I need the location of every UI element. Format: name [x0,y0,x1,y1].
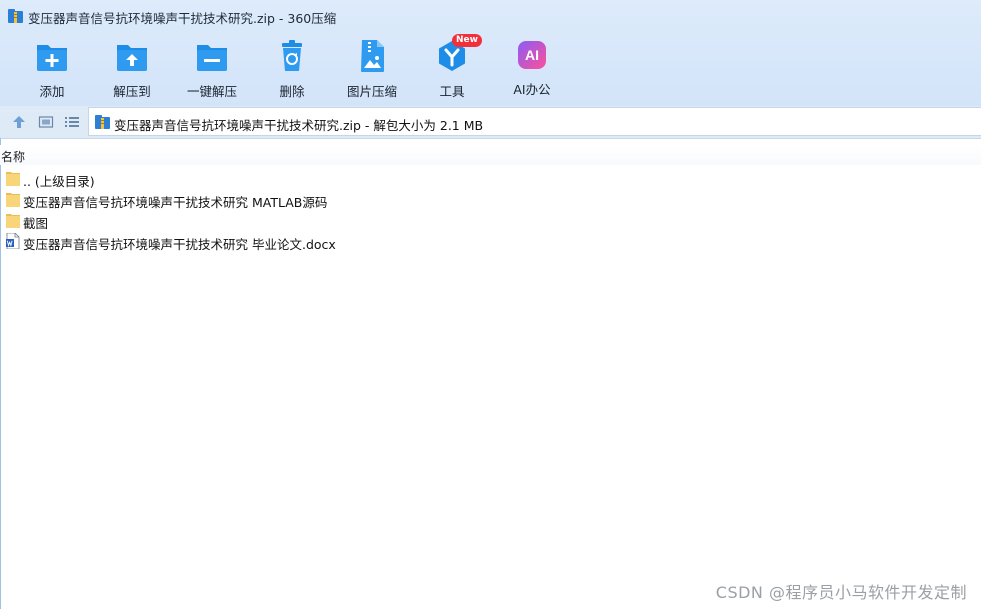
tools-button[interactable]: New 工具 [412,34,492,100]
address-bar[interactable]: 变压器声音信号抗环境噪声干扰技术研究.zip - 解包大小为 2.1 MB [88,107,981,136]
image-compress-label: 图片压缩 [346,84,397,99]
zip-file-icon [95,115,110,129]
list-item[interactable]: .. (上级目录) [0,167,600,189]
list-item[interactable]: 变压器声音信号抗环境噪声干扰技术研究 毕业论文.docx [0,230,600,252]
one-click-extract-icon [197,45,227,71]
item-name: 变压器声音信号抗环境噪声干扰技术研究 毕业论文.docx [23,237,336,252]
folder-icon [6,172,20,186]
top-ribbon: 变压器声音信号抗环境噪声干扰技术研究.zip - 360压缩 添加 解压到 一键… [0,0,981,106]
title-bar: 变压器声音信号抗环境噪声干扰技术研究.zip - 360压缩 [0,0,981,32]
extract-to-label: 解压到 [113,84,151,99]
extract-to-button[interactable]: 解压到 [92,36,172,100]
list-header: 名称 [0,145,981,165]
new-badge: New [452,34,482,47]
delete-label: 删除 [279,84,305,99]
up-arrow-icon[interactable] [11,114,27,130]
ai-office-label: AI办公 [513,82,551,97]
list-item[interactable]: 截图 [0,209,600,231]
one-click-extract-button[interactable]: 一键解压 [172,36,252,100]
add-icon [37,45,67,71]
add-label: 添加 [39,84,65,99]
word-document-icon [6,233,20,249]
thumbnail-view-icon[interactable] [38,114,54,130]
tools-label: 工具 [439,84,465,99]
ai-office-icon: AI [518,41,546,69]
list-item[interactable]: 变压器声音信号抗环境噪声干扰技术研究 MATLAB源码 [0,188,600,210]
image-compress-icon [361,40,384,72]
navigation-bar: 变压器声音信号抗环境噪声干扰技术研究.zip - 解包大小为 2.1 MB [0,106,981,139]
zip-app-icon [8,9,23,23]
folder-icon [6,214,20,228]
add-button[interactable]: 添加 [12,36,92,100]
address-path: 变压器声音信号抗环境噪声干扰技术研究.zip - 解包大小为 2.1 MB [114,118,484,133]
tools-icon-wrap: New [435,34,482,73]
ai-icon-text: AI [525,47,539,63]
image-compress-button[interactable]: 图片压缩 [332,36,412,100]
delete-icon [282,40,302,71]
ai-office-button[interactable]: AI AI办公 [492,36,572,100]
watermark: CSDN @程序员小马软件开发定制 [715,583,967,602]
column-header-name[interactable]: 名称 [1,148,25,165]
folder-icon [6,193,20,207]
window-title: 变压器声音信号抗环境噪声干扰技术研究.zip - 360压缩 [28,11,337,26]
delete-button[interactable]: 删除 [252,36,332,100]
one-click-extract-label: 一键解压 [186,84,237,99]
extract-to-icon [117,45,147,71]
list-view-icon[interactable] [64,114,80,130]
